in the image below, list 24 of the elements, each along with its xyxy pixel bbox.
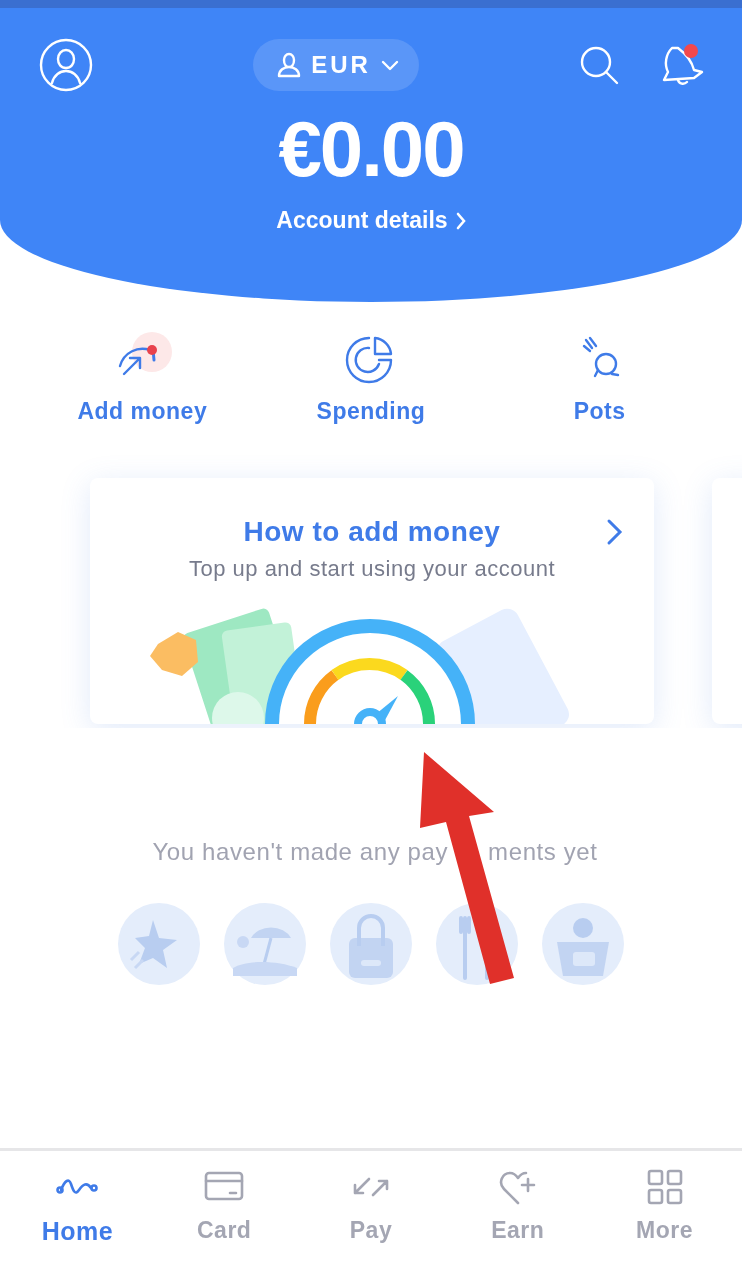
currency-selector[interactable]: EUR <box>253 39 419 91</box>
tab[interactable]: Earn <box>457 1165 578 1268</box>
profile-icon[interactable] <box>38 37 94 93</box>
wave-icon <box>55 1177 100 1197</box>
beach-umbrella-icon <box>223 902 307 986</box>
quick-action[interactable]: Add money <box>42 326 243 452</box>
balance-amount: €0.00 <box>277 104 465 195</box>
tab[interactable]: Card <box>164 1165 285 1268</box>
tab[interactable]: More <box>604 1165 725 1268</box>
search-icon[interactable] <box>578 44 620 86</box>
quick-action[interactable]: Pots <box>499 326 700 452</box>
quick-action[interactable]: Spending <box>271 326 471 452</box>
promo-card[interactable]: How to add money Top up and start using your account <box>90 478 654 724</box>
chevron-down-icon <box>380 59 399 71</box>
bag-icon <box>329 902 413 986</box>
tab[interactable]: Pay <box>311 1165 431 1268</box>
empty-message: You haven't made any pay <box>152 838 449 866</box>
card-subtitle: Top up and start using your account <box>187 556 557 582</box>
card-title: How to add money <box>243 516 501 548</box>
tab[interactable]: Home <box>17 1165 138 1268</box>
account-details-link[interactable]: Account details <box>276 207 448 234</box>
empty-message: ments yet <box>488 838 598 866</box>
user-icon <box>277 52 302 78</box>
chevron-right-icon[interactable] <box>606 518 624 546</box>
